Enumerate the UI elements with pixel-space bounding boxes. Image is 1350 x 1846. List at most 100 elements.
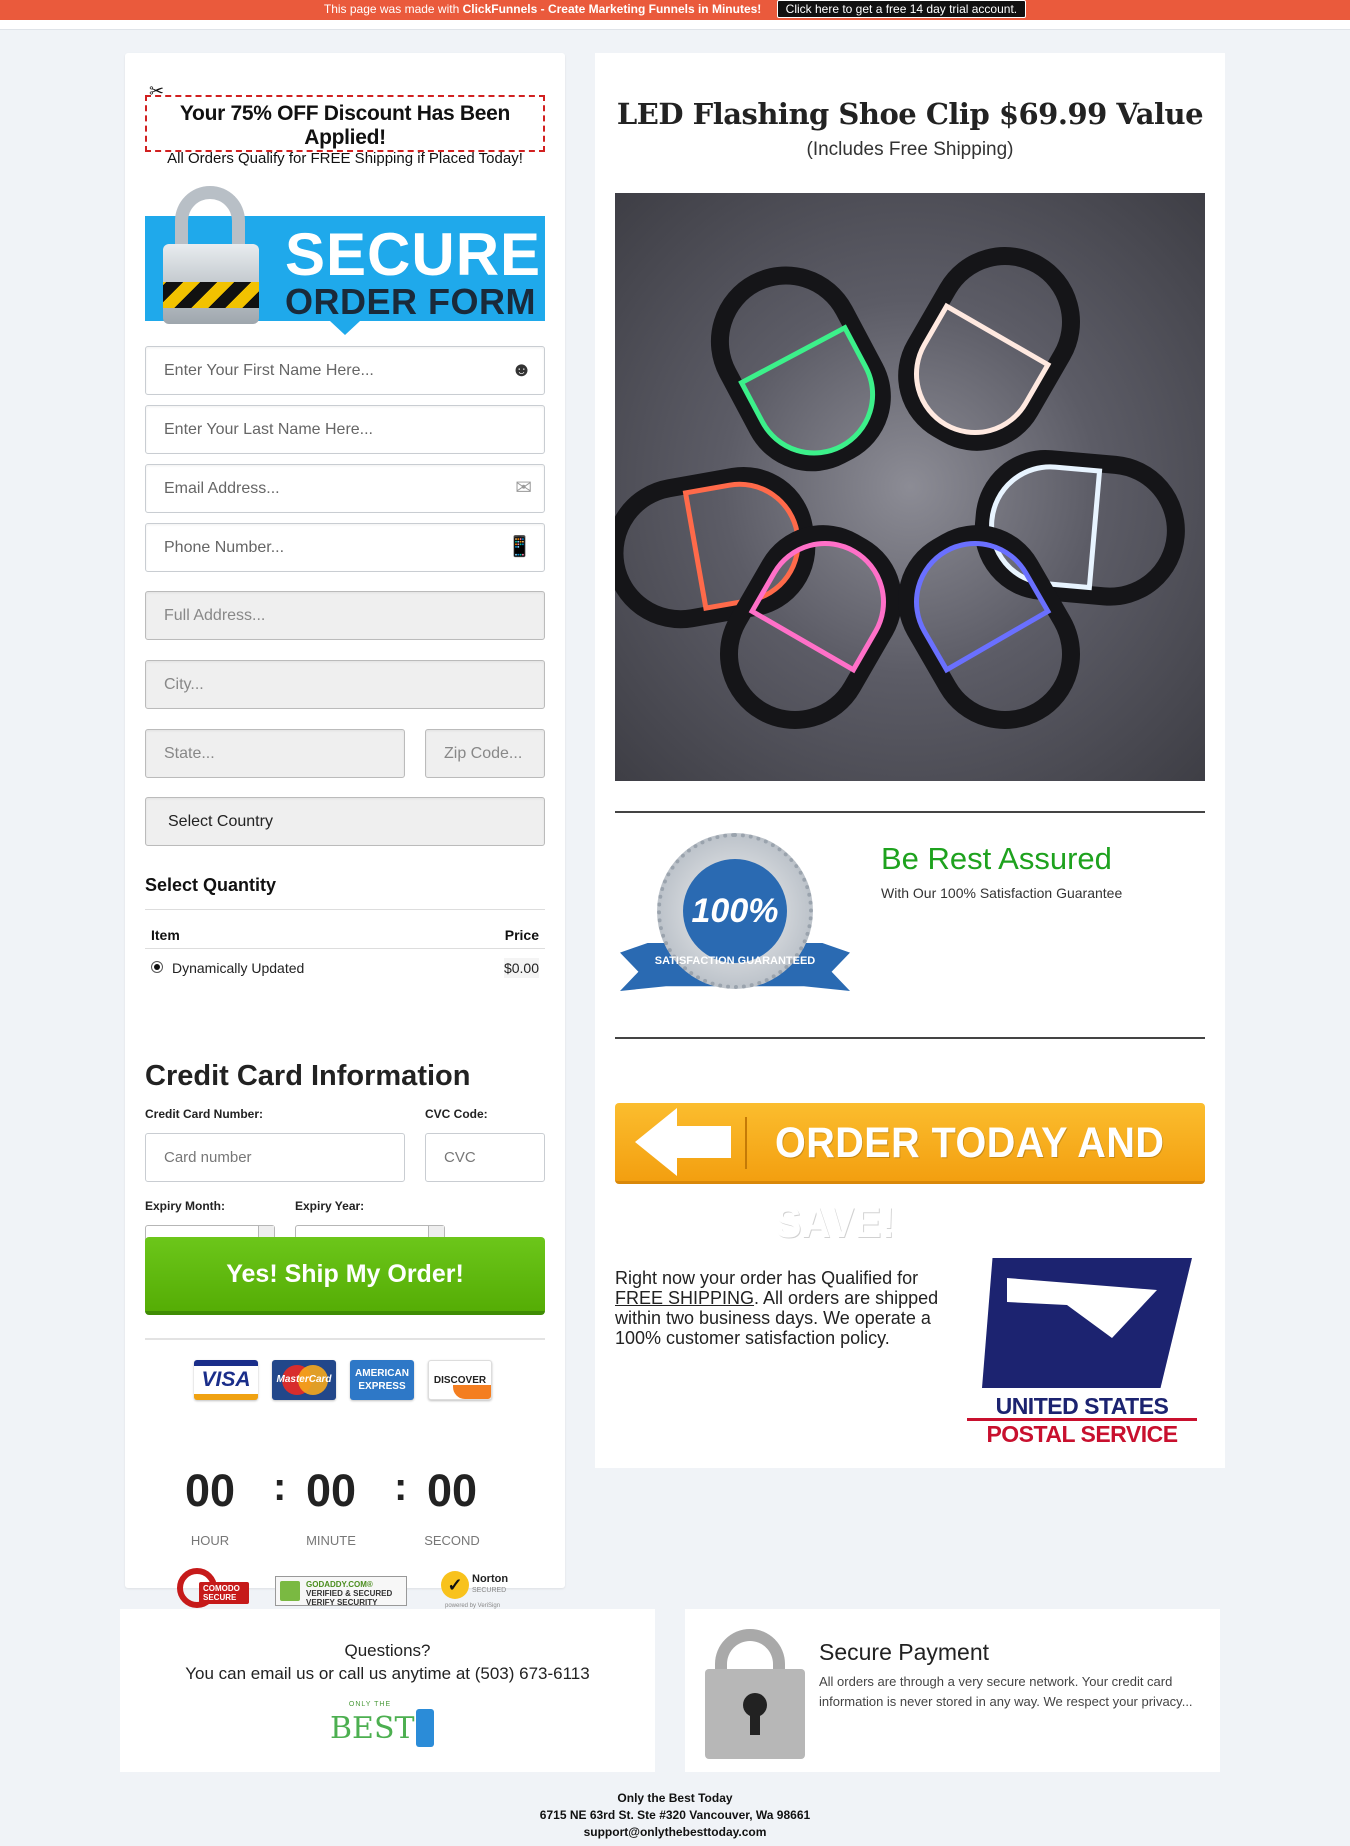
logo-big-text: BEST <box>330 1711 415 1746</box>
godaddy-verify: VERIFY SECURITY <box>306 1598 378 1607</box>
quantity-table-header: Item Price <box>145 919 545 949</box>
secure-payment-box: Secure Payment All orders are through a … <box>685 1609 1220 1772</box>
country-select[interactable]: Select Country <box>145 797 545 846</box>
last-name-input[interactable]: Enter Your Last Name Here... <box>145 405 545 454</box>
questions-box: Questions? You can email us or call us a… <box>120 1609 655 1772</box>
last-name-placeholder: Enter Your Last Name Here... <box>164 421 373 438</box>
order-today-button[interactable]: ORDER TODAY AND SAVE! <box>615 1103 1205 1247</box>
free-trial-button[interactable]: Click here to get a free 14 day trial ac… <box>776 0 1027 18</box>
quantity-title: Select Quantity <box>145 875 277 895</box>
ship-order-button[interactable]: Yes! Ship My Order! <box>145 1237 545 1315</box>
banner-line1: SECURE <box>285 221 542 288</box>
clickfunnels-promo-bar: This page was made with ClickFunnels - C… <box>0 0 1350 20</box>
seal-ribbon-text: SATISFACTION GUARANTEED <box>654 955 816 967</box>
section-divider <box>615 1037 1205 1039</box>
item-name: Dynamically Updated <box>172 960 305 976</box>
shoe-clip <box>684 240 916 496</box>
phone-placeholder: Phone Number... <box>164 539 285 556</box>
product-panel: LED Flashing Shoe Clip $69.99 Value (Inc… <box>595 53 1225 1468</box>
col-item: Item <box>151 927 180 943</box>
first-name-placeholder: Enter Your First Name Here... <box>164 362 374 379</box>
address-input[interactable]: Full Address... <box>145 591 545 640</box>
phone-input[interactable]: Phone Number... 📱 <box>145 523 545 572</box>
banner-line2: ORDER FORM <box>285 281 536 322</box>
godaddy-verified-badge[interactable]: GODADDY.COM® VERIFIED & SECURED VERIFY S… <box>275 1576 407 1607</box>
order-button-label: ORDER TODAY AND SAVE! <box>775 1119 1165 1247</box>
email-input[interactable]: Email Address... ✉ <box>145 464 545 513</box>
expiry-year-label: Expiry Year: <box>295 1199 365 1213</box>
mastercard-label: MasterCard <box>276 1374 332 1385</box>
amex-icon: AMERICAN EXPRESS <box>350 1360 414 1400</box>
product-image <box>615 193 1205 781</box>
zip-placeholder: Zip Code... <box>444 745 523 762</box>
padlock-icon <box>705 1669 805 1759</box>
coupon-subline: All Orders Qualify for FREE Shipping if … <box>167 150 523 167</box>
secure-payment-title: Secure Payment <box>819 1639 990 1665</box>
state-placeholder: State... <box>164 745 215 762</box>
user-icon: ☻ <box>510 359 532 381</box>
timer-minutes: 00 <box>305 1465 357 1516</box>
zip-input[interactable]: Zip Code... <box>425 729 545 778</box>
product-subtitle: (Includes Free Shipping) <box>806 139 1014 160</box>
checkmark-icon: ✓ <box>441 1571 469 1599</box>
shipping-text: Right now your order has Qualified for F… <box>615 1268 945 1348</box>
logo-small-text: ONLY THE <box>348 1701 392 1708</box>
assurance-title: Be Rest Assured <box>881 841 1112 876</box>
secure-payment-text: All orders are through a very secure net… <box>819 1674 1193 1709</box>
assurance-subtitle: With Our 100% Satisfaction Guarantee <box>881 885 1123 901</box>
banner-notch <box>330 321 360 335</box>
second-label: SECOND <box>424 1533 480 1548</box>
country-value: Select Country <box>168 813 273 830</box>
button-divider <box>745 1117 747 1169</box>
envelope-icon: ✉ <box>515 477 532 499</box>
promo-brand[interactable]: ClickFunnels - Create Marketing Funnels … <box>463 2 762 16</box>
norton-name: Norton <box>472 1573 509 1585</box>
section-divider <box>615 811 1205 813</box>
card-number-input[interactable]: Card number <box>145 1133 405 1182</box>
first-name-input[interactable]: Enter Your First Name Here... ☻ <box>145 346 545 395</box>
lock-icon <box>280 1581 300 1601</box>
eagle-icon <box>982 1258 1192 1388</box>
expiry-month-label: Expiry Month: <box>145 1199 225 1213</box>
comodo-secure-badge: COMODO SECURE <box>177 1568 249 1612</box>
visa-icon: VISA <box>194 1360 258 1400</box>
quantity-divider <box>145 909 545 910</box>
footer-address: 6715 NE 63rd St. Ste #320 Vancouver, Wa … <box>539 1808 811 1822</box>
city-placeholder: City... <box>164 676 204 693</box>
city-input[interactable]: City... <box>145 660 545 709</box>
quantity-row[interactable]: Dynamically Updated $0.00 <box>145 955 545 979</box>
header-strip <box>0 20 1350 30</box>
quantity-radio[interactable] <box>151 961 163 973</box>
countdown-timer: 00 : 00 : 00 HOUR MINUTE SECOND <box>165 1465 525 1548</box>
comodo-label: COMODO SECURE <box>199 1582 249 1604</box>
email-placeholder: Email Address... <box>164 480 280 497</box>
address-placeholder: Full Address... <box>164 607 266 624</box>
promo-text: This page was made with <box>323 2 463 16</box>
col-price: Price <box>504 927 539 943</box>
minute-label: MINUTE <box>306 1533 356 1548</box>
secure-order-banner: SECURE ORDER FORM <box>145 186 545 338</box>
norton-secured-badge: ✓ Norton SECURED powered by VeriSign <box>441 1569 521 1613</box>
footer-company: Only the Best Today <box>617 1791 733 1805</box>
form-divider <box>145 1338 545 1340</box>
timer-hours: 00 <box>184 1465 236 1516</box>
usps-logo: UNITED STATES POSTAL SERVICE <box>967 1258 1197 1453</box>
footer: Only the Best Today 6715 NE 63rd St. Ste… <box>0 1790 1350 1841</box>
state-input[interactable]: State... <box>145 729 405 778</box>
item-price: $0.00 <box>503 958 539 978</box>
usps-line2: POSTAL SERVICE <box>967 1418 1197 1448</box>
credit-card-title: Credit Card Information <box>145 1060 471 1092</box>
accepted-cards: VISA MasterCard AMERICAN EXPRESS DISCOVE… <box>194 1360 504 1402</box>
timer-separator: : <box>394 1465 408 1509</box>
godaddy-verified: VERIFIED & SECURED <box>306 1589 393 1598</box>
card-number-label: Credit Card Number: <box>145 1107 264 1121</box>
padlock-icon <box>163 244 259 324</box>
discount-coupon: Your 75% OFF Discount Has Been Applied! … <box>145 95 545 167</box>
shipping-text-start: Right now your order has Qualified for <box>615 1268 919 1288</box>
cvc-input[interactable]: CVC <box>425 1133 545 1182</box>
mastercard-icon: MasterCard <box>272 1360 336 1400</box>
order-form-panel: ✂ Your 75% OFF Discount Has Been Applied… <box>125 53 565 1609</box>
footer-email[interactable]: support@onlythebesttoday.com <box>0 1824 1350 1841</box>
satisfaction-seal: 100% SATISFACTION GUARANTEED <box>620 833 850 1013</box>
godaddy-name: GODADDY.COM® <box>306 1580 373 1589</box>
